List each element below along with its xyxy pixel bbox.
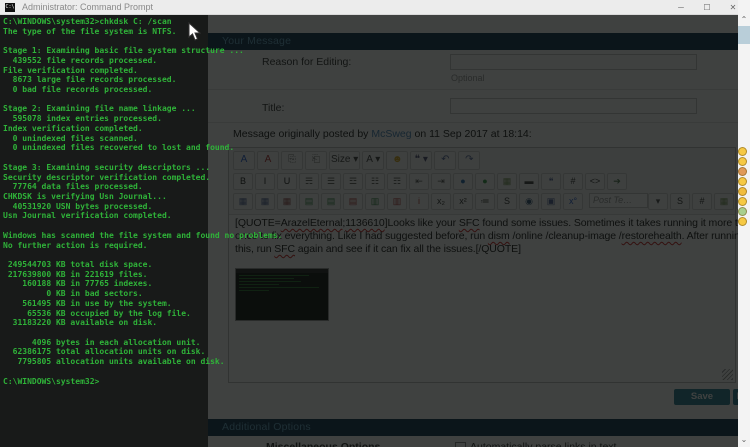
mouse-cursor-icon xyxy=(188,22,201,46)
smiley-icon[interactable] xyxy=(738,187,747,196)
smiley-icon[interactable] xyxy=(738,177,747,186)
smiley-icon[interactable] xyxy=(738,147,747,156)
close-button[interactable]: ✕ xyxy=(720,0,746,15)
minimize-button[interactable]: ─ xyxy=(668,0,694,15)
maximize-button[interactable]: ☐ xyxy=(694,0,720,15)
scroll-down-icon[interactable]: ⌄ xyxy=(739,435,749,444)
smiley-icon[interactable] xyxy=(738,167,747,176)
console-body[interactable]: C:\WINDOWS\system32>chkdsk C: /scan The … xyxy=(0,15,738,447)
screen: Your Message Reason for Editing: Optiona… xyxy=(0,0,750,447)
console-icon: C:\ xyxy=(5,3,15,12)
smiley-icon[interactable] xyxy=(738,217,747,226)
console-output-text: C:\WINDOWS\system32>chkdsk C: /scan The … xyxy=(3,17,282,386)
smiley-icon[interactable] xyxy=(738,207,747,216)
scrollbar-thumb[interactable] xyxy=(738,26,750,44)
console-title-bar[interactable]: C:\ Administrator: Command Prompt ─ ☐ ✕ xyxy=(0,0,738,15)
smiley-icon[interactable] xyxy=(738,157,747,166)
scroll-up-icon[interactable]: ⌃ xyxy=(739,15,749,24)
console-title: Administrator: Command Prompt xyxy=(22,2,153,12)
smiley-icon[interactable] xyxy=(738,197,747,206)
command-prompt-window: C:\ Administrator: Command Prompt ─ ☐ ✕ … xyxy=(0,0,738,447)
